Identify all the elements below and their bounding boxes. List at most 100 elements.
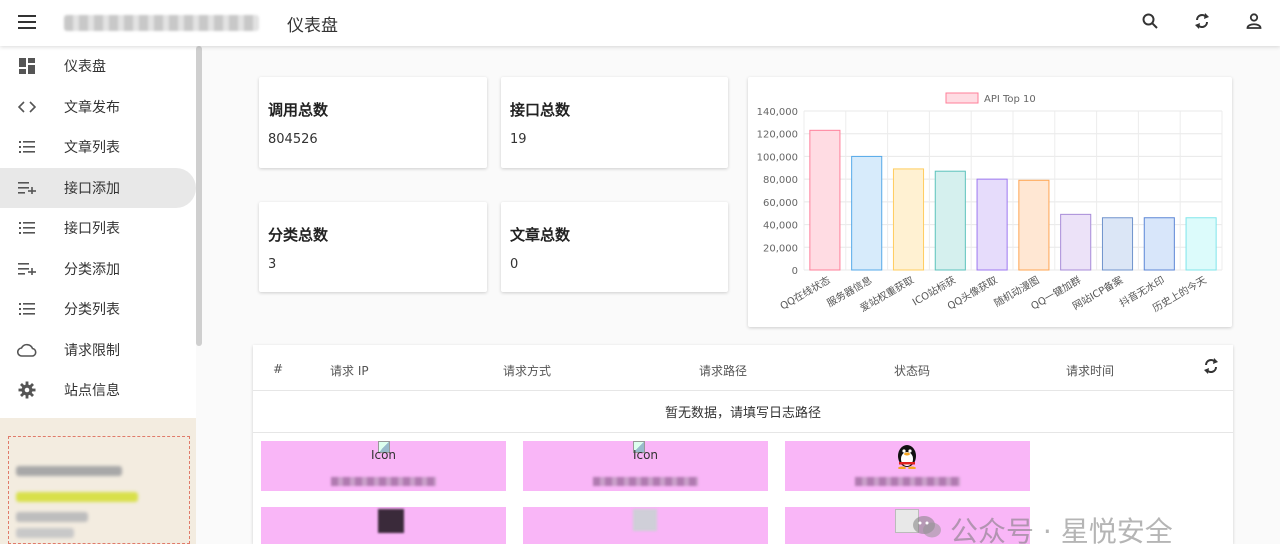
y-tick-label: 140,000: [757, 107, 798, 118]
bar: [976, 178, 1008, 271]
sidebar-footer-image: [0, 418, 196, 544]
bar: [1018, 179, 1050, 271]
y-tick-label: 20,000: [763, 243, 798, 254]
blurred-image: [633, 509, 657, 531]
sidebar-item-label: 文章列表: [64, 140, 120, 157]
api-top10-chart: 0 20,000 40,000 60,000 80,000 100,000 120,000 1…: [757, 92, 1223, 315]
bar: [1143, 217, 1175, 271]
y-tick-label: 0: [792, 266, 798, 277]
column-header-time: 请求时间: [1066, 364, 1115, 378]
site-brand-redacted: [64, 15, 259, 31]
tile[interactable]: Icon: [261, 441, 506, 491]
bar: [851, 155, 883, 271]
sidebar-item-label: 接口列表: [64, 221, 120, 238]
redacted-text: [16, 528, 74, 538]
watermark: 公众号 · 星悦安全: [912, 510, 1173, 544]
table-empty-message: 暂无数据，请填写日志路径: [253, 391, 1233, 433]
watermark-text: 公众号 · 星悦安全: [950, 515, 1173, 544]
bar: [892, 168, 925, 271]
blurred-image: [378, 509, 404, 533]
sidebar-item-site-info[interactable]: 站点信息: [0, 370, 196, 411]
list-icon: [0, 303, 54, 316]
tile[interactable]: Icon: [523, 441, 768, 491]
menu-icon: [18, 14, 36, 33]
list-icon: [0, 222, 54, 235]
column-header-method: 请求方式: [503, 364, 552, 378]
stat-title: 分类总数: [268, 226, 329, 244]
stat-card-total-articles: 文章总数 0: [501, 202, 728, 292]
bar: [1101, 217, 1134, 271]
playlist-add-icon: [0, 262, 54, 275]
refresh-icon: [1194, 12, 1210, 34]
column-header-status: 状态码: [894, 364, 931, 378]
y-tick-label: 60,000: [763, 198, 798, 209]
sidebar-item-label: 文章发布: [64, 99, 120, 116]
tile[interactable]: [523, 507, 768, 544]
column-header-ip: 请求 IP: [330, 364, 369, 378]
x-tick-label: QQ在线状态: [778, 273, 833, 312]
account-button[interactable]: [1228, 0, 1280, 46]
stat-title: 调用总数: [268, 101, 329, 119]
code-icon: [0, 101, 54, 113]
search-icon: [1142, 13, 1158, 33]
sidebar-item-label: 请求限制: [64, 342, 120, 359]
bar: [1060, 213, 1092, 271]
refresh-button[interactable]: [1176, 0, 1228, 46]
table-header: # 请求 IP 请求方式 请求路径 状态码 请求时间: [253, 345, 1233, 391]
sidebar-item-category-list[interactable]: 分类列表: [0, 289, 196, 330]
wechat-icon: [912, 514, 942, 544]
column-header-index: #: [273, 362, 284, 376]
search-button[interactable]: [1124, 0, 1176, 46]
y-tick-label: 120,000: [757, 130, 798, 141]
redacted-text: [593, 477, 698, 486]
stat-title: 文章总数: [510, 226, 571, 244]
sidebar-item-dashboard[interactable]: 仪表盘: [0, 46, 196, 87]
table-refresh-button[interactable]: [1203, 357, 1219, 378]
bar: [809, 129, 841, 271]
sidebar-item-api-list[interactable]: 接口列表: [0, 208, 196, 249]
stat-value: 0: [510, 257, 519, 272]
sidebar-item-label: 分类列表: [64, 302, 120, 319]
stat-value: 3: [268, 257, 277, 272]
stat-value: 19: [510, 132, 527, 147]
stat-card-total-apis: 接口总数 19: [501, 77, 728, 168]
sidebar-item-label: 分类添加: [64, 261, 120, 278]
y-tick-label: 80,000: [763, 175, 798, 186]
y-tick-label: 40,000: [763, 221, 798, 232]
tile[interactable]: [261, 507, 506, 544]
tile[interactable]: [785, 441, 1030, 491]
redacted-highlight: [16, 492, 138, 502]
dashboard-icon: [0, 58, 54, 75]
sidebar-item-label: 站点信息: [64, 383, 120, 400]
stat-value: 804526: [268, 132, 318, 147]
sidebar-scrollbar[interactable]: [196, 46, 202, 346]
redacted-text: [16, 466, 122, 476]
tile-icon-alt: Icon: [370, 448, 397, 462]
page-title: 仪表盘: [287, 15, 338, 36]
redacted-text: [855, 477, 960, 486]
redacted-text: [331, 477, 436, 486]
sidebar-item-label: 仪表盘: [64, 59, 106, 76]
stat-card-total-calls: 调用总数 804526: [259, 77, 487, 168]
sidebar-item-article-publish[interactable]: 文章发布: [0, 87, 196, 128]
legend-swatch: [945, 92, 979, 104]
playlist-add-icon: [0, 181, 54, 194]
column-header-path: 请求路径: [699, 364, 748, 378]
list-icon: [0, 141, 54, 154]
sidebar-item-article-list[interactable]: 文章列表: [0, 127, 196, 168]
stat-title: 接口总数: [510, 101, 571, 119]
api-top10-chart-card: 0 20,000 40,000 60,000 80,000 100,000 120,000 1…: [748, 77, 1232, 327]
refresh-icon: [1203, 358, 1219, 378]
gear-icon: [0, 381, 54, 399]
top-app-bar: 仪表盘: [0, 0, 1280, 46]
cloud-icon: [0, 343, 54, 357]
tile-icon-alt: Icon: [632, 448, 659, 462]
sidebar-item-category-add[interactable]: 分类添加: [0, 249, 196, 290]
sidebar-item-request-limit[interactable]: 请求限制: [0, 330, 196, 371]
penguin-icon: [895, 443, 919, 473]
menu-button[interactable]: [0, 0, 54, 46]
bar: [1185, 217, 1217, 271]
legend-label: API Top 10: [984, 94, 1036, 105]
y-tick-label: 100,000: [757, 152, 798, 163]
sidebar-item-api-add[interactable]: 接口添加: [0, 167, 196, 208]
